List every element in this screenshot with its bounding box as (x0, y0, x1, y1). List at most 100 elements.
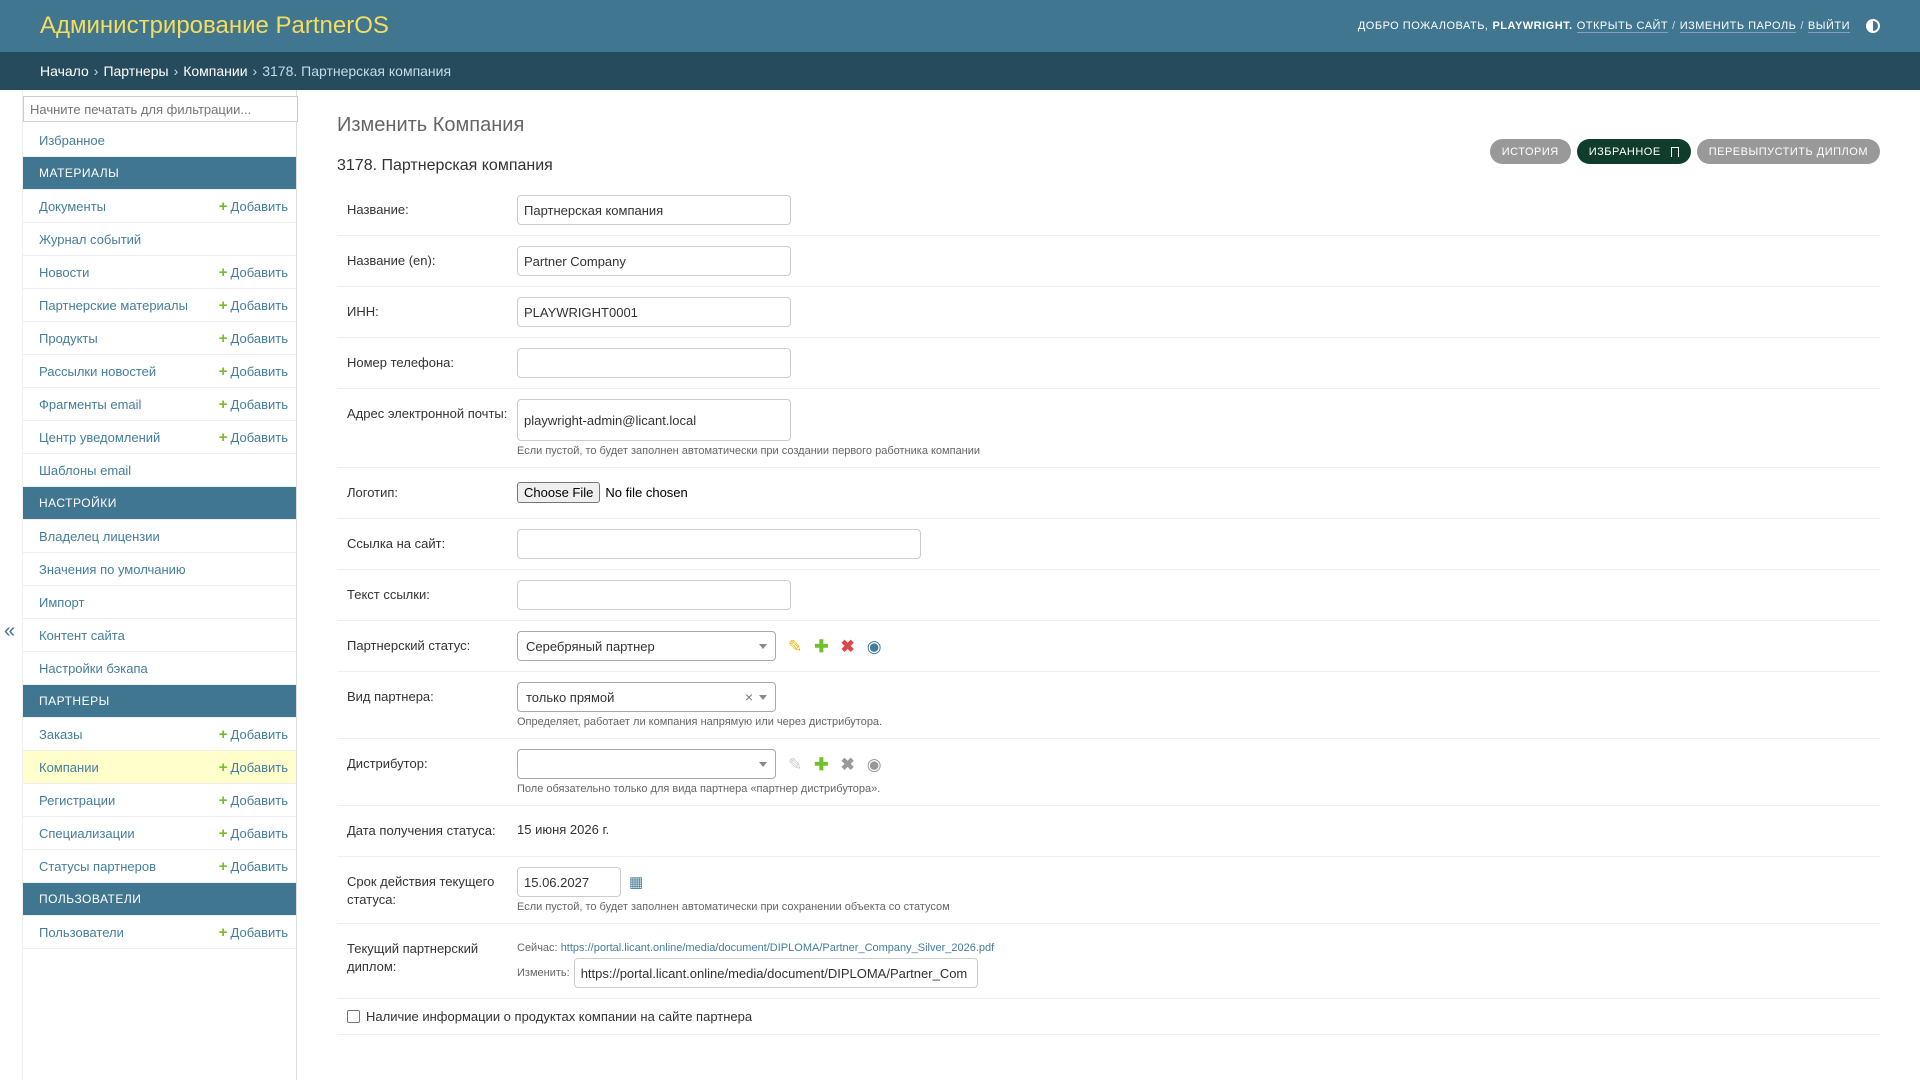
sidebar-item-label[interactable]: Рассылки новостей (39, 364, 156, 379)
clear-icon[interactable]: × (745, 689, 753, 705)
add-button[interactable]: + Добавить (219, 792, 288, 809)
calendar-icon[interactable]: ▦ (629, 873, 643, 891)
sidebar-item-partners-4[interactable]: Статусы партнеров + Добавить (23, 850, 296, 883)
logout-link[interactable]: ВЫЙТИ (1807, 20, 1850, 33)
sidebar-item-label[interactable]: Импорт (39, 595, 84, 610)
view-icon[interactable]: ◉ (867, 638, 882, 655)
sidebar-section-partners[interactable]: ПАРТНЕРЫ (23, 685, 296, 718)
add-button[interactable]: + Добавить (219, 858, 288, 875)
distributor-select[interactable] (517, 749, 776, 779)
sidebar-item-settings-3[interactable]: Контент сайта (23, 619, 296, 652)
collapse-sidebar-icon[interactable]: « (4, 620, 15, 643)
nav-filter-input[interactable] (23, 96, 298, 122)
sidebar-item-label[interactable]: Фрагменты email (39, 397, 141, 412)
sidebar-item-label[interactable]: Регистрации (39, 793, 115, 808)
add-icon[interactable]: ✚ (814, 756, 828, 773)
reissue-diploma-button[interactable]: ПЕРЕВЫПУСТИТЬ ДИПЛОМ (1696, 139, 1880, 164)
sidebar-item-partners-1[interactable]: Компании + Добавить (23, 751, 296, 784)
add-button[interactable]: + Добавить (219, 330, 288, 347)
sidebar-item-materials-1[interactable]: Журнал событий (23, 223, 296, 256)
sidebar-item-label[interactable]: Контент сайта (39, 628, 125, 643)
sidebar-item-materials-0[interactable]: Документы + Добавить (23, 190, 296, 223)
sidebar-item-partners-2[interactable]: Регистрации + Добавить (23, 784, 296, 817)
view-site-link[interactable]: ОТКРЫТЬ САЙТ (1576, 20, 1669, 33)
favorites-button[interactable]: ИЗБРАННОЕ (1576, 139, 1691, 164)
link-text-label: Текст ссылки: (347, 587, 430, 602)
email-input[interactable] (517, 399, 791, 441)
sidebar-item-label[interactable]: Компании (39, 760, 99, 775)
sidebar-item-label[interactable]: Шаблоны email (39, 463, 131, 478)
add-button[interactable]: + Добавить (219, 363, 288, 380)
products-info-checkbox[interactable] (347, 1010, 360, 1023)
site-url-input[interactable] (517, 529, 921, 559)
sidebar-item-label[interactable]: Специализации (39, 826, 135, 841)
sidebar-item-label[interactable]: Пользователи (39, 925, 124, 940)
sidebar-item-label[interactable]: Документы (39, 199, 106, 214)
sidebar-item-settings-4[interactable]: Настройки бэкапа (23, 652, 296, 685)
status-select-value: Серебряный партнер (526, 638, 655, 654)
sidebar-item-label[interactable]: Продукты (39, 331, 98, 346)
add-button[interactable]: + Добавить (219, 825, 288, 842)
sidebar-item-label[interactable]: Владелец лицензии (39, 529, 160, 544)
status-expiry-input[interactable] (517, 867, 621, 897)
add-icon[interactable]: ✚ (814, 638, 828, 655)
sidebar-section-users[interactable]: ПОЛЬЗОВАТЕЛИ (23, 883, 296, 916)
sidebar-item-label[interactable]: Журнал событий (39, 232, 141, 247)
add-button[interactable]: + Добавить (219, 264, 288, 281)
sidebar-section-materials[interactable]: МАТЕРИАЛЫ (23, 157, 296, 190)
sidebar-item-label[interactable]: Партнерские материалы (39, 298, 188, 313)
settings-list: Владелец лицензии Значения по умолчанию Им… (23, 520, 296, 685)
sidebar-item-materials-2[interactable]: Новости + Добавить (23, 256, 296, 289)
pencil-icon[interactable]: ✎ (788, 638, 802, 655)
sidebar-item-label[interactable]: Избранное (39, 133, 105, 148)
sidebar-item-label[interactable]: Статусы партнеров (39, 859, 156, 874)
add-button[interactable]: + Добавить (219, 297, 288, 314)
link-text-input[interactable] (517, 580, 791, 610)
delete-icon[interactable]: ✖ (841, 638, 855, 655)
logo-file-button[interactable]: Choose File (517, 482, 601, 503)
kind-select[interactable]: только прямой × (517, 682, 776, 712)
sidebar-item-materials-5[interactable]: Рассылки новостей + Добавить (23, 355, 296, 388)
change-password-link[interactable]: ИЗМЕНИТЬ ПАРОЛЬ (1679, 20, 1797, 33)
sidebar-item-materials-7[interactable]: Центр уведомлений + Добавить (23, 421, 296, 454)
sidebar-item-label[interactable]: Заказы (39, 727, 82, 742)
view-icon: ◉ (866, 754, 882, 774)
breadcrumb-home[interactable]: Начало (40, 63, 89, 79)
sidebar-item-materials-8[interactable]: Шаблоны email (23, 454, 296, 487)
breadcrumb-partners[interactable]: Партнеры (103, 63, 168, 79)
phone-input[interactable] (517, 348, 791, 378)
sidebar-item-label[interactable]: Значения по умолчанию (39, 562, 186, 577)
add-button[interactable]: + Добавить (219, 924, 288, 941)
status-date-label: Дата получения статуса: (347, 823, 496, 838)
breadcrumb-companies[interactable]: Компании (183, 63, 247, 79)
sidebar-item-partners-0[interactable]: Заказы + Добавить (23, 718, 296, 751)
sidebar-item-settings-1[interactable]: Значения по умолчанию (23, 553, 296, 586)
sidebar-item-materials-6[interactable]: Фрагменты email + Добавить (23, 388, 296, 421)
sidebar-item-materials-4[interactable]: Продукты + Добавить (23, 322, 296, 355)
sidebar-item-label[interactable]: Настройки бэкапа (39, 661, 148, 676)
add-button[interactable]: + Добавить (219, 726, 288, 743)
status-select[interactable]: Серебряный партнер (517, 631, 776, 661)
history-button[interactable]: ИСТОРИЯ (1489, 139, 1571, 164)
theme-toggle-icon[interactable] (1866, 19, 1880, 33)
site-name[interactable]: Администрирование PartnerOS (40, 12, 389, 40)
sidebar-item-settings-2[interactable]: Импорт (23, 586, 296, 619)
logo-file-status: No file chosen (605, 485, 688, 500)
name-input[interactable] (517, 195, 791, 225)
add-button[interactable]: + Добавить (219, 396, 288, 413)
sidebar-section-settings[interactable]: НАСТРОЙКИ (23, 487, 296, 520)
sidebar-item-label[interactable]: Новости (39, 265, 89, 280)
diploma-current-link[interactable]: https://portal.licant.online/media/docum… (561, 942, 995, 954)
add-button[interactable]: + Добавить (219, 198, 288, 215)
name-en-input[interactable] (517, 246, 791, 276)
sidebar-item-materials-3[interactable]: Партнерские материалы + Добавить (23, 289, 296, 322)
add-button[interactable]: + Добавить (219, 429, 288, 446)
inn-input[interactable] (517, 297, 791, 327)
sidebar-item-label[interactable]: Центр уведомлений (39, 430, 160, 445)
sidebar-item-settings-0[interactable]: Владелец лицензии (23, 520, 296, 553)
sidebar-item-partners-3[interactable]: Специализации + Добавить (23, 817, 296, 850)
sidebar-item-favorites[interactable]: Избранное (23, 124, 296, 157)
sidebar-item-users-0[interactable]: Пользователи + Добавить (23, 916, 296, 949)
add-button[interactable]: + Добавить (219, 759, 288, 776)
diploma-change-input[interactable] (573, 958, 978, 988)
